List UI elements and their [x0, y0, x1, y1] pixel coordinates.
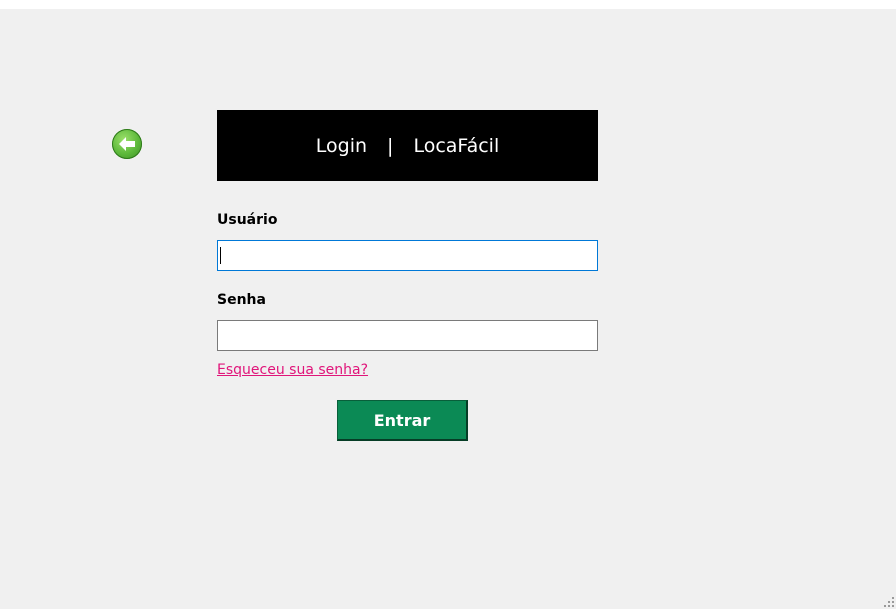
forgot-password-link[interactable]: Esqueceu sua senha? [217, 362, 368, 378]
login-header: Login | LocaFácil [217, 110, 598, 181]
header-login-label: Login [315, 134, 368, 157]
text-cursor [220, 247, 221, 264]
username-field[interactable] [217, 240, 598, 271]
submit-button[interactable]: Entrar [337, 400, 468, 441]
back-arrow-icon[interactable] [112, 129, 142, 159]
login-window [0, 9, 896, 609]
header-app-name: LocaFácil [413, 134, 500, 157]
username-label: Usuário [217, 212, 278, 228]
password-label: Senha [217, 292, 266, 308]
title-strip [0, 0, 896, 9]
header-separator: | [387, 134, 394, 157]
password-field[interactable] [217, 320, 598, 351]
resize-grip-icon[interactable] [884, 597, 894, 607]
